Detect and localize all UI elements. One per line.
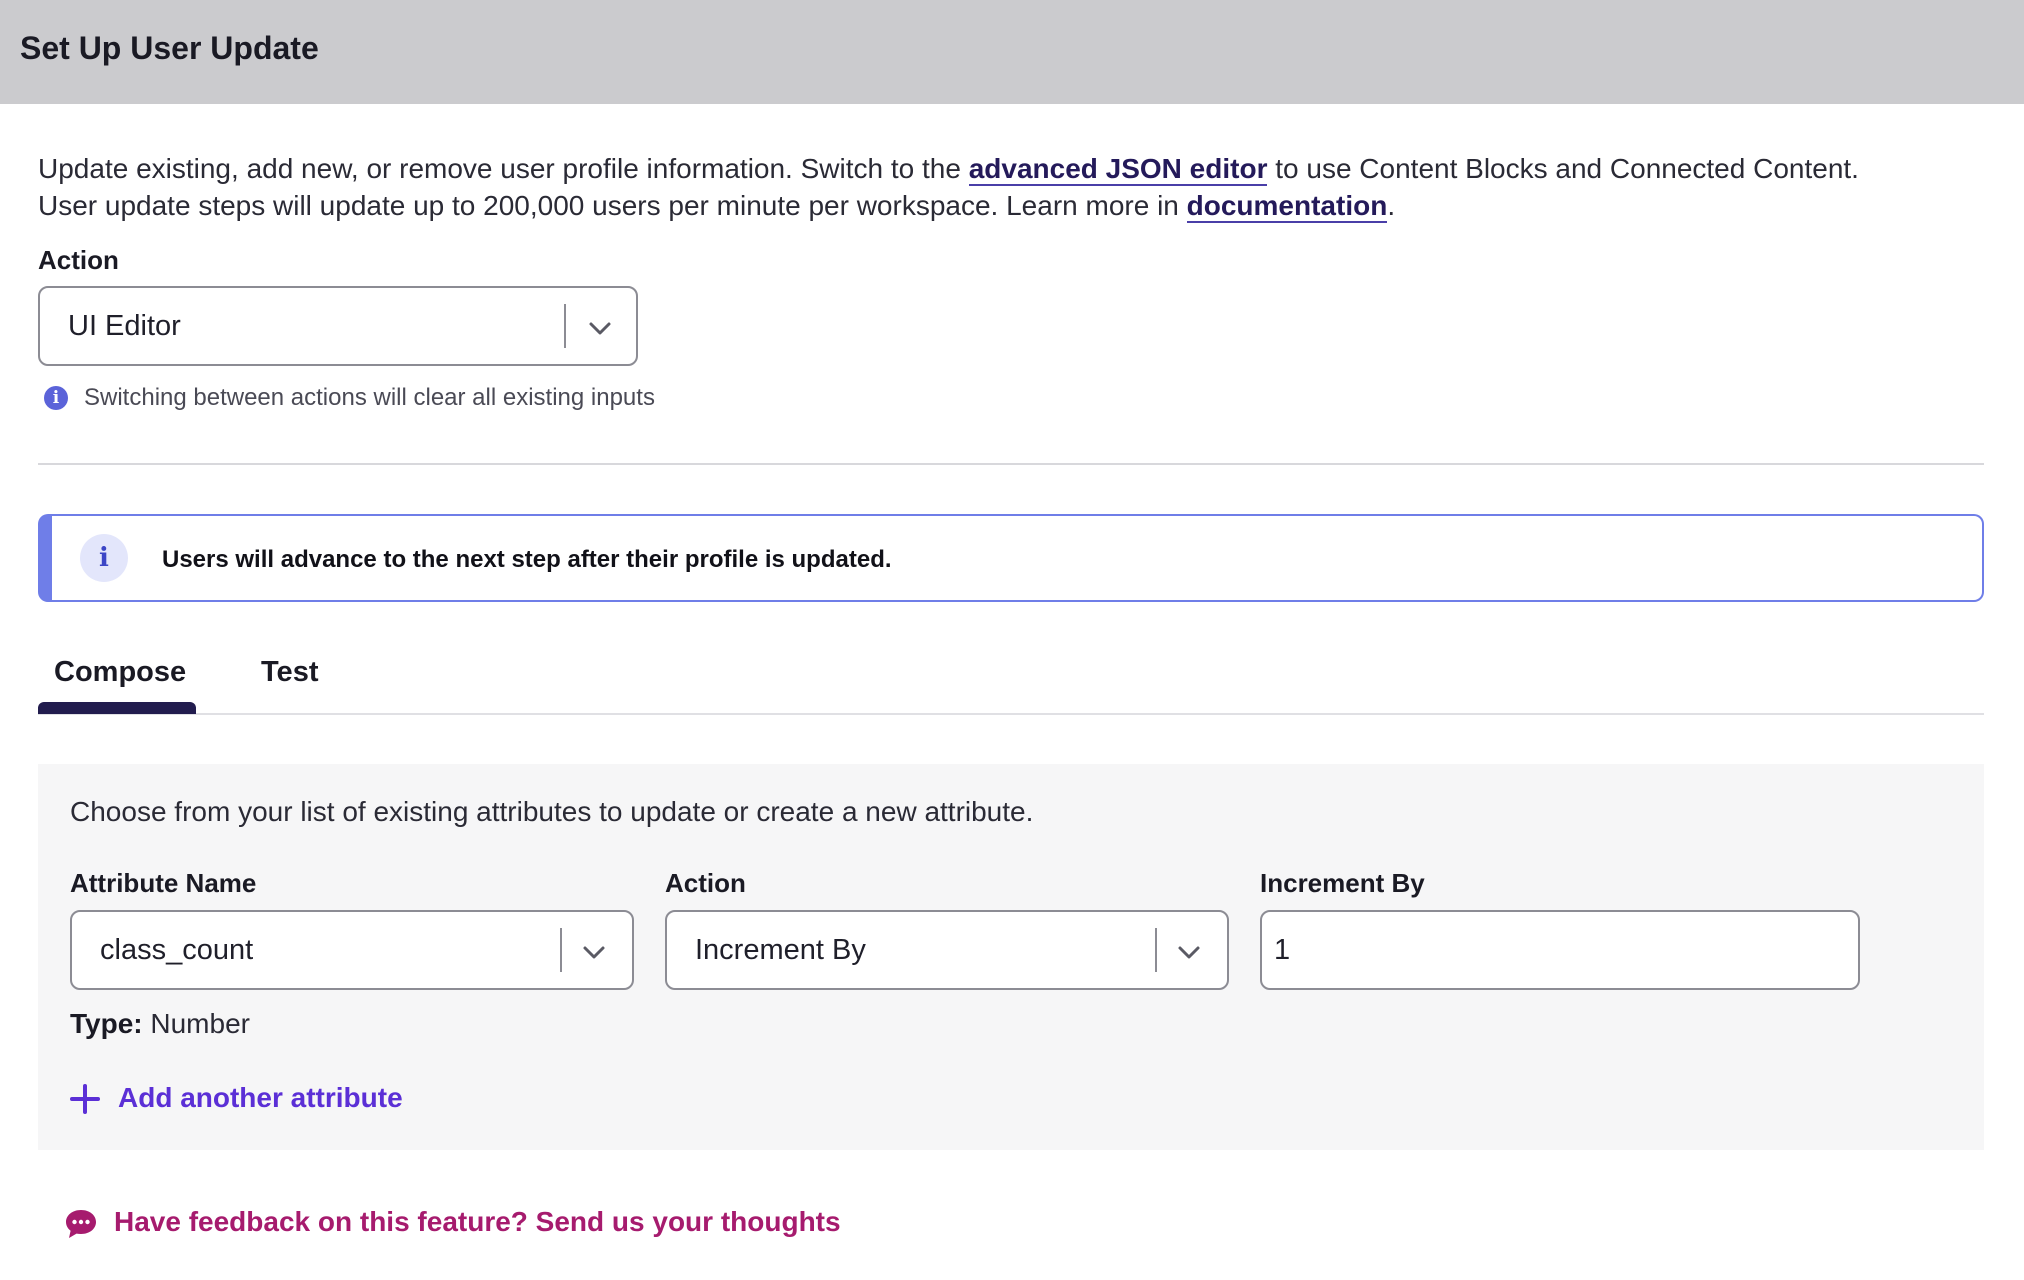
action-select-value: UI Editor [68,310,181,342]
action-hint-text: Switching between actions will clear all… [84,384,655,411]
increment-by-value: 1 [1274,934,1291,966]
attribute-type-label: Type: [70,1008,143,1039]
info-callout-text: Users will advance to the next step afte… [162,546,892,573]
info-icon: i [80,534,128,582]
compose-panel: Choose from your list of existing attrib… [38,764,1984,1150]
intro-line-2-end: . [1387,190,1396,221]
intro-line-1: Update existing, add new, or remove user… [38,150,1998,187]
select-divider [1155,928,1157,972]
page-title: Set Up User Update [20,30,319,66]
attribute-name-value: class_count [100,934,254,966]
feedback-label: Have feedback on this feature? Send us y… [114,1206,841,1237]
attribute-action-select[interactable]: Increment By [665,910,1229,990]
action-select[interactable]: UI Editor [38,286,638,366]
chevron-down-icon[interactable] [1175,938,1203,966]
tab-test[interactable]: Test [261,656,318,689]
advanced-json-editor-link[interactable]: advanced JSON editor [968,153,1268,186]
info-callout: i Users will advance to the next step af… [38,514,1984,602]
increment-by-input[interactable]: 1 [1260,910,1860,990]
select-divider [564,304,566,348]
tab-compose[interactable]: Compose [54,656,186,689]
chat-bubble-icon [66,1210,96,1238]
attribute-action-label: Action [665,868,746,898]
attribute-type: Type: Number [70,1008,250,1040]
intro-line-1-start: Update existing, add new, or remove user… [38,153,969,184]
attribute-name-label: Attribute Name [70,868,257,898]
intro-line-2: User update steps will update up to 200,… [38,187,1998,224]
intro-line-2-start: User update steps will update up to 200,… [38,190,1187,221]
tab-baseline [38,713,1984,715]
attribute-type-value: Number [150,1008,250,1039]
intro-text: Update existing, add new, or remove user… [38,150,1998,224]
section-divider [38,463,1984,465]
plus-icon [70,1084,100,1114]
active-tab-indicator [38,702,196,714]
chevron-down-icon[interactable] [580,938,608,966]
add-attribute-label: Add another attribute [118,1082,403,1113]
page-header: Set Up User Update [0,0,2024,104]
chevron-down-icon[interactable] [586,314,614,342]
attribute-name-select[interactable]: class_count [70,910,634,990]
increment-by-label: Increment By [1260,868,1425,898]
select-divider [560,928,562,972]
attribute-action-value: Increment By [695,934,866,966]
compose-description: Choose from your list of existing attrib… [70,796,1034,827]
info-icon: i [44,386,68,410]
action-label: Action [38,245,119,275]
intro-line-1-end: to use Content Blocks and Connected Cont… [1267,153,1859,184]
documentation-link[interactable]: documentation [1186,190,1388,223]
